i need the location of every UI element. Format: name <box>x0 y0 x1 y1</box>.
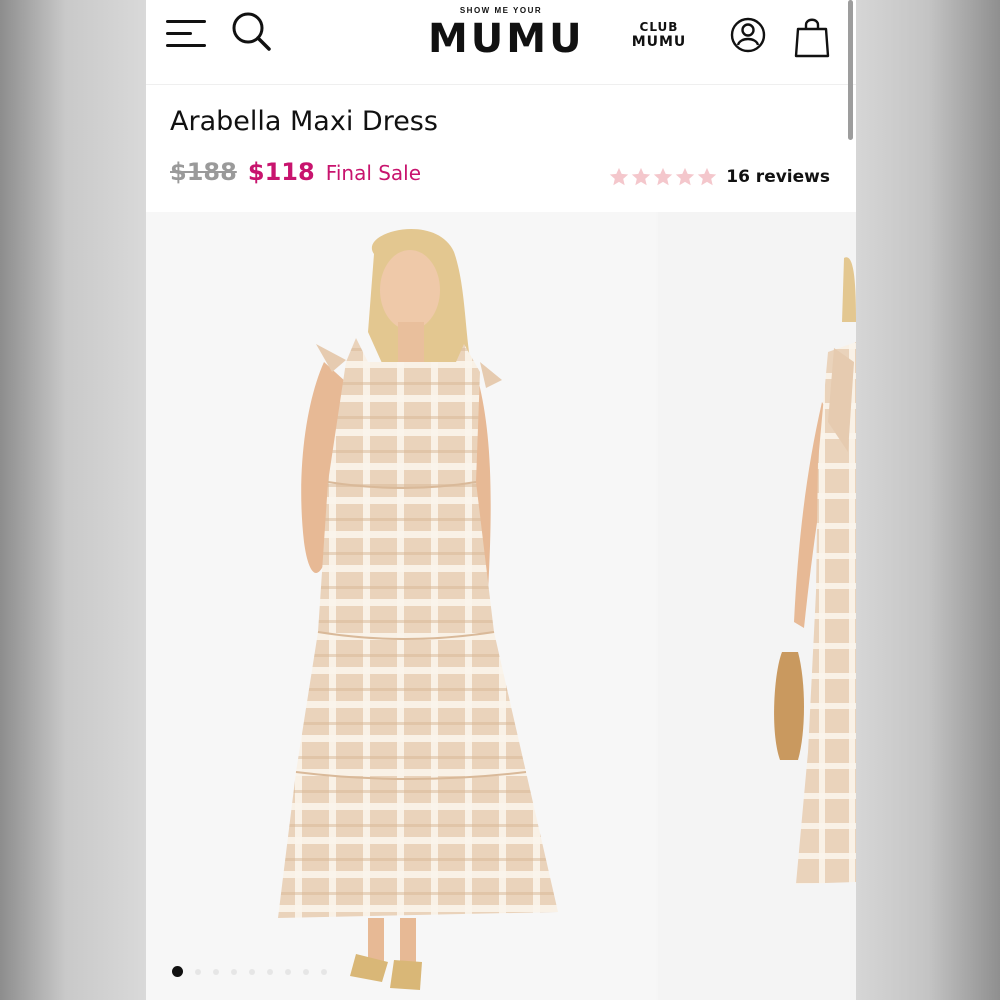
club-label: CLUB <box>639 20 679 34</box>
gallery-pagination <box>172 966 339 977</box>
club-mumu-link[interactable]: CLUB MUMU <box>628 20 690 50</box>
pagination-dot[interactable] <box>267 968 273 975</box>
price-row: $188 $118 Final Sale <box>170 158 421 192</box>
pagination-dot[interactable] <box>213 968 219 975</box>
menu-icon[interactable] <box>164 16 210 50</box>
scrollbar[interactable] <box>848 0 853 140</box>
pagination-dot[interactable] <box>195 968 201 975</box>
star-icon <box>698 167 717 186</box>
star-icon <box>632 167 651 186</box>
product-summary: Arabella Maxi Dress $188 $118 Final Sale… <box>146 86 856 212</box>
product-image-gallery[interactable] <box>146 212 856 1000</box>
left-background-blur <box>0 0 146 1000</box>
pagination-dot[interactable] <box>231 968 237 975</box>
pagination-dot-active[interactable] <box>172 966 183 977</box>
sale-price: $118 <box>247 158 315 186</box>
rating-summary[interactable]: 16 reviews <box>608 164 830 190</box>
logo-tagline: SHOW ME YOUR <box>459 6 543 15</box>
search-icon[interactable] <box>230 10 272 52</box>
logo-wordmark: MUMU <box>428 16 585 62</box>
brand-logo[interactable]: SHOW ME YOUR MUMU <box>428 2 585 64</box>
product-image-front[interactable] <box>146 212 656 1000</box>
product-image-side[interactable] <box>658 212 856 1000</box>
reviews-link[interactable]: 16 reviews <box>726 167 830 187</box>
star-icon <box>610 167 629 186</box>
right-background-blur <box>856 0 1000 1000</box>
final-sale-label: Final Sale <box>325 161 422 185</box>
pagination-dot[interactable] <box>249 968 255 975</box>
pagination-dot[interactable] <box>321 968 327 975</box>
star-rating <box>608 166 718 188</box>
account-icon[interactable] <box>730 17 766 53</box>
pagination-dot[interactable] <box>285 968 291 975</box>
original-price: $188 <box>170 158 237 186</box>
pagination-dot[interactable] <box>303 968 309 975</box>
site-header: SHOW ME YOUR MUMU CLUB MUMU <box>146 0 856 85</box>
star-icon <box>676 167 695 186</box>
club-name: MUMU <box>631 34 687 50</box>
phone-screen: SHOW ME YOUR MUMU CLUB MUMU Arabella Max… <box>146 0 856 1000</box>
shopping-bag-icon[interactable] <box>794 16 830 58</box>
product-title: Arabella Maxi Dress <box>170 106 438 137</box>
star-icon <box>654 167 673 186</box>
